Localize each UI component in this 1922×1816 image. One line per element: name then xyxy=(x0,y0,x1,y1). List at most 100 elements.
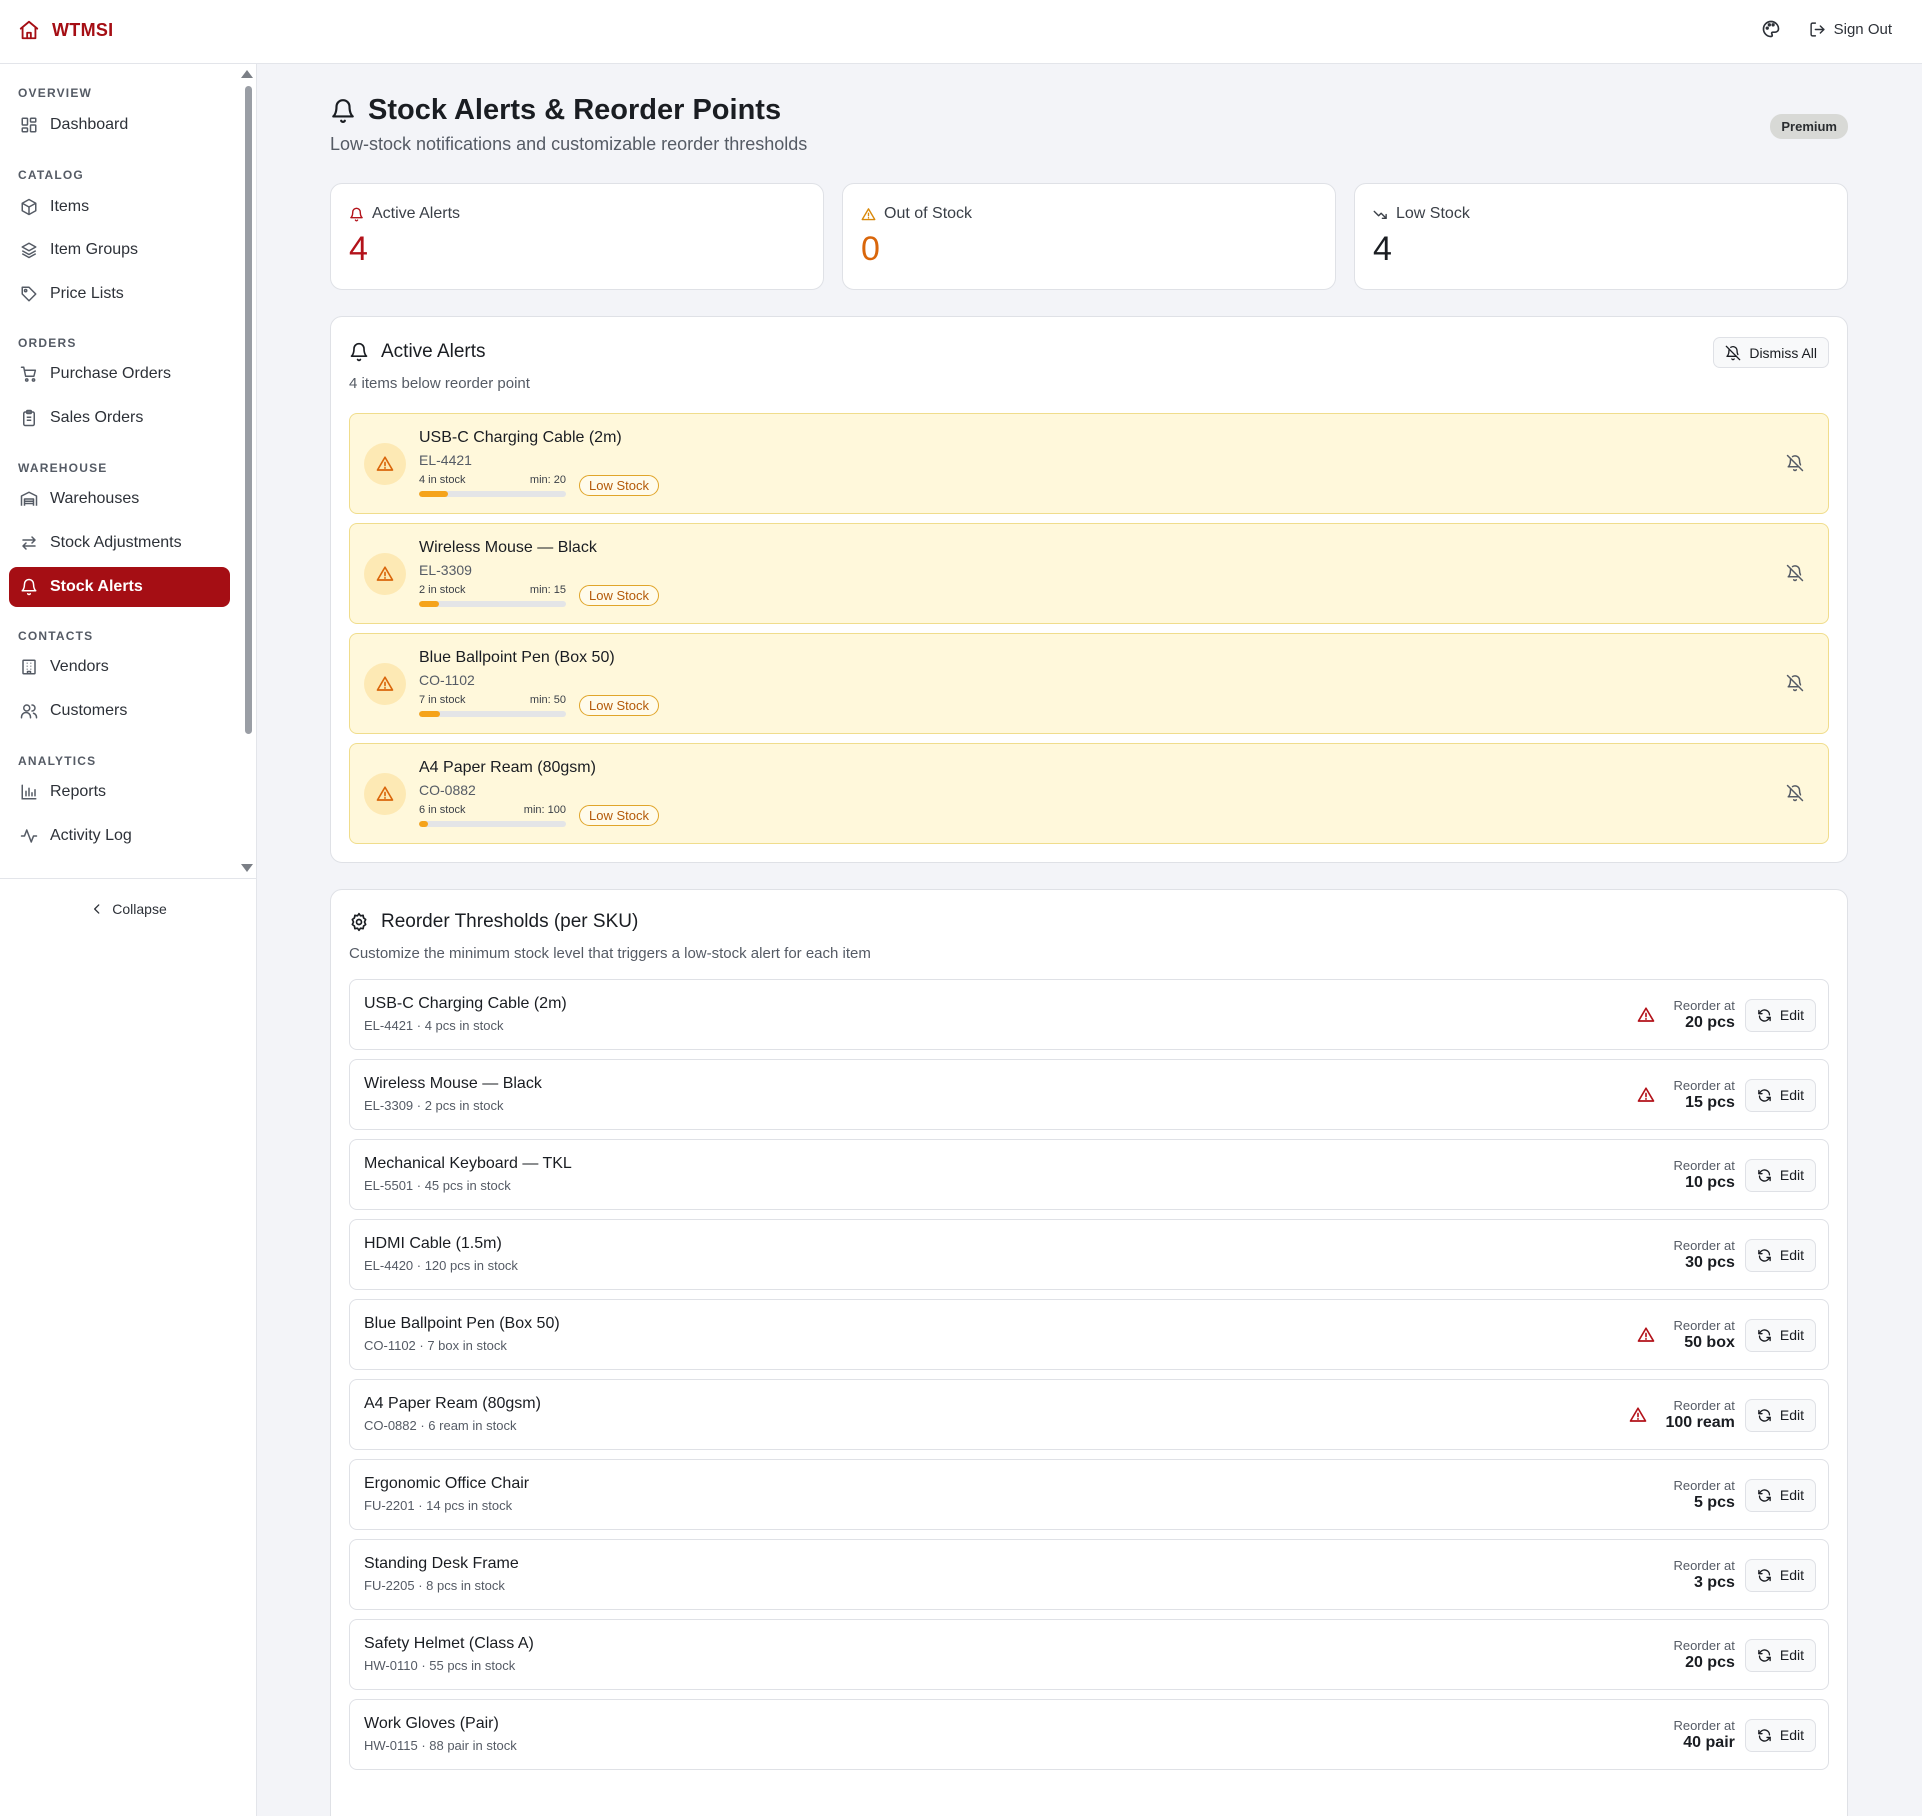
stock-count: 2 in stock xyxy=(419,584,466,596)
stat-card-low-stock: Low Stock 4 xyxy=(1354,183,1848,290)
stock-meter: 4 in stock min: 20 xyxy=(419,474,566,497)
threshold-row: Blue Ballpoint Pen (Box 50) CO-1102 · 7 b… xyxy=(349,1299,1829,1370)
sidebar-item-dashboard[interactable]: Dashboard xyxy=(9,105,230,145)
alert-item-name: USB-C Charging Cable (2m) xyxy=(419,429,622,446)
scroll-down-arrow[interactable] xyxy=(241,864,253,872)
sidebar-item-label: Purchase Orders xyxy=(50,365,171,382)
mute-alert-button[interactable] xyxy=(1786,784,1804,802)
alert-icon-badge xyxy=(364,773,406,815)
mute-alert-button[interactable] xyxy=(1786,674,1804,692)
edit-threshold-button[interactable]: Edit xyxy=(1744,1238,1816,1272)
sidebar-item-purchase-orders[interactable]: Purchase Orders xyxy=(9,354,230,394)
arrows-icon xyxy=(20,534,38,552)
reorder-thresholds-panel: Reorder Thresholds (per SKU) Customize t… xyxy=(330,889,1848,1816)
sidebar-item-sales-orders[interactable]: Sales Orders xyxy=(9,398,230,438)
sidebar-item-customers[interactable]: Customers xyxy=(9,691,230,731)
section-title-contacts: CONTACTS xyxy=(18,629,94,643)
section-title-analytics: ANALYTICS xyxy=(18,754,97,768)
sidebar-item-items[interactable]: Items xyxy=(9,187,230,227)
users-icon xyxy=(20,702,38,720)
reorder-point: Reorder at 20 pcs xyxy=(1673,1638,1734,1672)
threshold-controls: Reorder at 10 pcs Edit xyxy=(1673,1153,1816,1197)
sidebar-item-price-lists[interactable]: Price Lists xyxy=(9,274,230,314)
bar-chart-icon xyxy=(20,783,38,801)
alert-item-name: Blue Ballpoint Pen (Box 50) xyxy=(419,649,615,666)
sidebar-item-label: Dashboard xyxy=(50,116,129,133)
edit-threshold-button[interactable]: Edit xyxy=(1744,1078,1816,1112)
mute-alert-button[interactable] xyxy=(1786,564,1804,582)
sign-out-button[interactable]: Sign Out xyxy=(1809,21,1892,38)
stat-label: Out of Stock xyxy=(861,205,972,223)
stock-meter-fill xyxy=(419,491,449,497)
scrollbar-thumb[interactable] xyxy=(245,86,252,734)
sidebar-item-activity-log[interactable]: Activity Log xyxy=(9,816,230,856)
edit-threshold-button[interactable]: Edit xyxy=(1744,1158,1816,1192)
edit-threshold-button[interactable]: Edit xyxy=(1744,1558,1816,1592)
threshold-item-meta: EL-5501 · 45 pcs in stock xyxy=(364,1178,511,1193)
dismiss-all-button[interactable]: Dismiss All xyxy=(1713,337,1829,368)
bell-icon xyxy=(349,342,369,362)
edit-label: Edit xyxy=(1779,1407,1804,1423)
panel-title: Reorder Thresholds (per SKU) xyxy=(349,911,638,933)
warning-icon xyxy=(861,207,876,222)
bell-icon xyxy=(20,578,38,596)
sidebar-item-item-groups[interactable]: Item Groups xyxy=(9,230,230,270)
sidebar-item-vendors[interactable]: Vendors xyxy=(9,647,230,687)
palette-icon[interactable] xyxy=(1761,19,1781,39)
threshold-item-name: Wireless Mouse — Black xyxy=(364,1075,542,1092)
edit-label: Edit xyxy=(1779,1487,1804,1503)
reorder-label: Reorder at xyxy=(1673,1078,1735,1093)
reorder-label: Reorder at xyxy=(1673,1398,1735,1413)
scroll-up-arrow[interactable] xyxy=(241,70,253,78)
edit-threshold-button[interactable]: Edit xyxy=(1744,1398,1816,1432)
box-icon xyxy=(20,198,38,216)
reorder-point: Reorder at 50 box xyxy=(1673,1318,1734,1352)
min-level: min: 100 xyxy=(523,804,566,816)
stat-value: 4 xyxy=(349,230,368,268)
reorder-label: Reorder at xyxy=(1673,1558,1735,1573)
threshold-item-meta: FU-2205 · 8 pcs in stock xyxy=(364,1578,505,1593)
refresh-icon xyxy=(1757,1168,1772,1183)
threshold-item-meta: HW-0115 · 88 pair in stock xyxy=(364,1738,517,1753)
edit-threshold-button[interactable]: Edit xyxy=(1744,1638,1816,1672)
sidebar-item-reports[interactable]: Reports xyxy=(9,772,230,812)
sidebar-item-stock-adjustments[interactable]: Stock Adjustments xyxy=(9,523,230,563)
sidebar-item-label: Items xyxy=(50,198,90,215)
reorder-point: Reorder at 15 pcs xyxy=(1673,1078,1734,1112)
trending-down-icon xyxy=(1373,207,1388,222)
warning-icon xyxy=(376,565,394,583)
sidebar: OVERVIEW Dashboard CATALOG Items Item Gr… xyxy=(0,64,257,1816)
brand[interactable]: WTMSI xyxy=(18,19,114,41)
section-title-orders: ORDERS xyxy=(18,336,77,350)
edit-threshold-button[interactable]: Edit xyxy=(1744,1478,1816,1512)
min-level: min: 15 xyxy=(529,584,566,596)
stat-card-active-alerts: Active Alerts 4 xyxy=(330,183,824,290)
refresh-icon xyxy=(1757,1008,1772,1023)
threshold-item-meta: EL-4421 · 4 pcs in stock xyxy=(364,1018,504,1033)
sidebar-item-label: Warehouses xyxy=(50,490,140,507)
refresh-icon xyxy=(1757,1248,1772,1263)
warehouse-icon xyxy=(20,490,38,508)
stock-count: 6 in stock xyxy=(419,804,466,816)
log-out-icon xyxy=(1809,21,1826,38)
mute-alert-button[interactable] xyxy=(1786,454,1804,472)
bell-off-icon xyxy=(1725,345,1741,361)
alert-row: A4 Paper Ream (80gsm) CO-0882 6 in stock… xyxy=(349,743,1829,844)
threshold-row: Ergonomic Office Chair FU-2201 · 14 pcs i… xyxy=(349,1459,1829,1530)
sidebar-item-stock-alerts[interactable]: Stock Alerts xyxy=(9,567,230,607)
page-header: Stock Alerts & Reorder Points Low-stock … xyxy=(330,94,1848,164)
edit-threshold-button[interactable]: Edit xyxy=(1744,1318,1816,1352)
low-stock-badge: Low Stock xyxy=(579,695,659,716)
edit-threshold-button[interactable]: Edit xyxy=(1744,1718,1816,1752)
threshold-row: A4 Paper Ream (80gsm) CO-0882 · 6 ream in… xyxy=(349,1379,1829,1450)
reorder-label: Reorder at xyxy=(1673,1718,1735,1733)
threshold-item-name: Blue Ballpoint Pen (Box 50) xyxy=(364,1315,560,1332)
edit-threshold-button[interactable]: Edit xyxy=(1744,998,1816,1032)
sidebar-item-label: Vendors xyxy=(50,658,109,675)
threshold-item-meta: EL-3309 · 2 pcs in stock xyxy=(364,1098,504,1113)
threshold-item-meta: EL-4420 · 120 pcs in stock xyxy=(364,1258,518,1273)
sidebar-item-label: Activity Log xyxy=(50,827,132,844)
collapse-button[interactable]: Collapse xyxy=(0,878,257,938)
sidebar-item-warehouses[interactable]: Warehouses xyxy=(9,479,230,519)
reorder-label: Reorder at xyxy=(1673,1238,1735,1253)
